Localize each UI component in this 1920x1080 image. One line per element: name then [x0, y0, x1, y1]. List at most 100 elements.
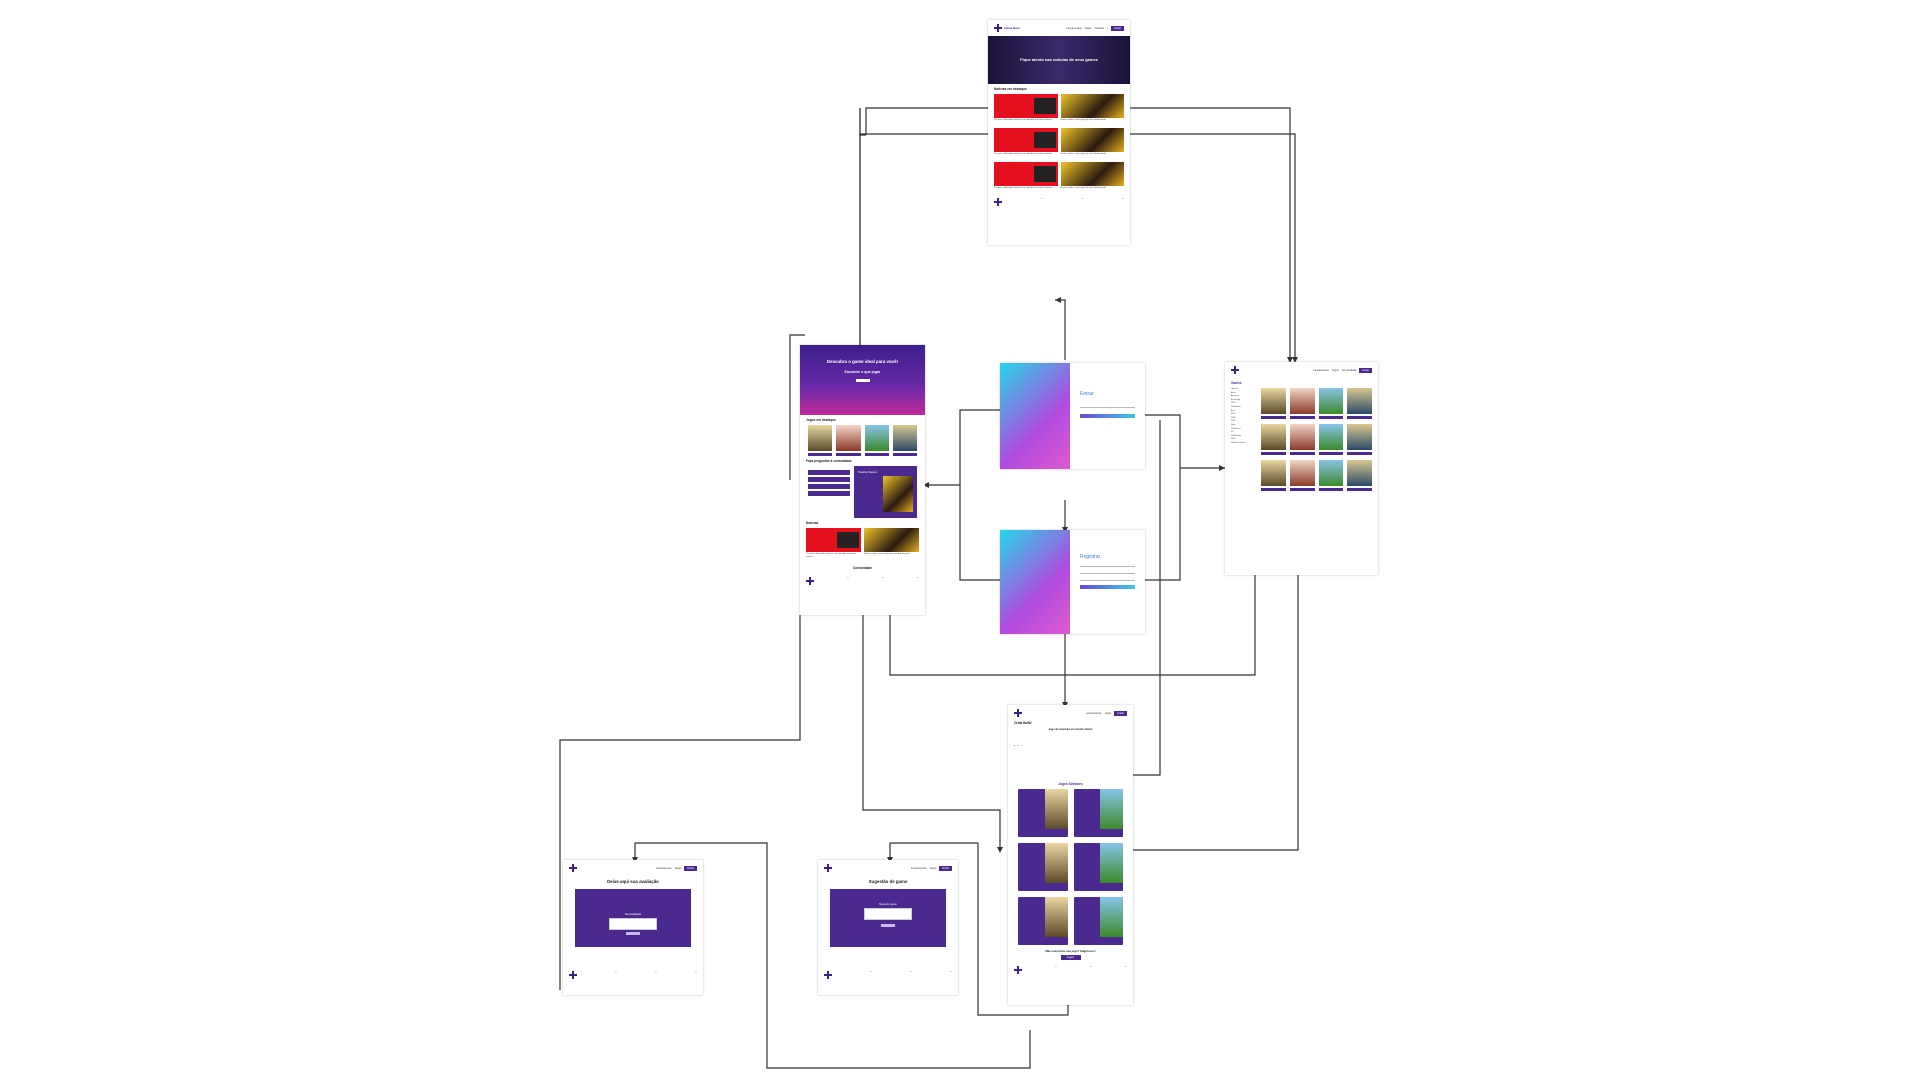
news-caption: Por que a Nintendo colocou suas dúvidas … — [994, 119, 1053, 121]
filter-item[interactable]: Nintendo Switch — [1231, 442, 1255, 446]
search-icon[interactable]: ⌕ — [1107, 27, 1108, 30]
game-button[interactable] — [1347, 488, 1372, 491]
game-button[interactable] — [808, 453, 833, 456]
related-card[interactable] — [1018, 789, 1068, 837]
nav-link-launches[interactable]: Lançamentos — [1313, 369, 1329, 372]
logo[interactable] — [569, 864, 577, 872]
game-card[interactable] — [1289, 388, 1315, 419]
review-input[interactable] — [608, 918, 658, 930]
feature-card[interactable]: Scarlet Nexus — [854, 466, 917, 518]
news-card[interactable]: Por que a Nintendo colocou suas dúvidas … — [806, 528, 861, 563]
game-card[interactable] — [1347, 460, 1372, 491]
game-card[interactable] — [1318, 424, 1344, 455]
game-button[interactable] — [892, 453, 917, 456]
related-card[interactable] — [1073, 897, 1123, 945]
footer-logo-icon — [569, 971, 577, 979]
logo[interactable] — [824, 864, 832, 872]
suggest-item[interactable] — [808, 477, 851, 482]
login-button[interactable]: Entrar — [684, 865, 697, 871]
game-button[interactable] — [864, 453, 889, 456]
logo[interactable] — [1231, 366, 1239, 374]
game-button[interactable] — [1289, 416, 1315, 419]
nav-link-games[interactable]: Jogos — [1332, 369, 1339, 372]
game-card[interactable] — [1289, 460, 1315, 491]
suggest-input[interactable] — [863, 908, 913, 920]
related-card[interactable] — [1018, 843, 1068, 891]
nav-link-launches[interactable]: Lançamentos — [1066, 27, 1082, 30]
login-button[interactable] — [1080, 414, 1135, 418]
news-card[interactable]: Por que a Nintendo colocou suas dúvidas … — [994, 94, 1058, 126]
footer-logo-icon — [806, 576, 814, 585]
register-form: Registrar — [1070, 530, 1145, 634]
game-card[interactable] — [1261, 460, 1286, 491]
news-card[interactable]: Notícia sobre o novo jogo da série Borde… — [1060, 94, 1124, 126]
nav-link-games[interactable]: Jogos — [1105, 712, 1112, 715]
name-field[interactable] — [1080, 560, 1135, 567]
nav-link-community[interactable]: Comunidade — [1342, 369, 1357, 372]
related-card[interactable] — [1018, 897, 1068, 945]
game-card[interactable] — [836, 425, 861, 456]
nav-link-news[interactable]: Notícias — [1095, 27, 1104, 30]
related-card[interactable] — [1073, 789, 1123, 837]
game-button[interactable] — [1289, 488, 1315, 491]
game-button[interactable] — [1347, 452, 1372, 455]
hero-cta-button[interactable] — [855, 379, 870, 382]
game-card[interactable] — [1347, 424, 1372, 455]
switch-thumbnail — [994, 127, 1058, 152]
login-button[interactable]: Entrar — [1114, 710, 1127, 716]
game-card[interactable] — [1289, 424, 1315, 455]
review-page-frame: Lançamentos Jogos Entrar Deixe aqui sua … — [563, 860, 703, 995]
nav-link-games[interactable]: Jogos — [930, 867, 937, 870]
logo[interactable]: Game Next — [994, 24, 1020, 32]
login-button[interactable]: Entrar — [1359, 367, 1372, 373]
games-page-frame: Lançamentos Jogos Comunidade Entrar Game… — [1225, 362, 1378, 575]
cta-text: Não encontrou seu jogo? Sugira-nos! — [1045, 949, 1096, 953]
logo[interactable] — [1014, 709, 1022, 717]
suggest-item[interactable] — [808, 491, 851, 496]
login-button[interactable]: Entrar — [1111, 25, 1124, 31]
login-button[interactable]: Entrar — [939, 865, 952, 871]
game-button[interactable] — [1318, 452, 1344, 455]
game-card[interactable] — [1347, 388, 1372, 419]
game-button[interactable] — [836, 453, 861, 456]
nav-link-games[interactable]: Jogos — [675, 867, 682, 870]
steam-icon: ● — [1014, 745, 1016, 747]
game-card[interactable] — [864, 425, 889, 456]
review-form: Sua avaliação — [575, 889, 691, 947]
related-card[interactable] — [1073, 843, 1123, 891]
game-button[interactable] — [1261, 488, 1286, 491]
email-field[interactable] — [1080, 567, 1135, 574]
review-submit-button[interactable] — [626, 932, 640, 935]
suggest-submit-button[interactable] — [881, 924, 895, 927]
game-card[interactable] — [1318, 460, 1344, 491]
news-card[interactable]: Notícia sobre o novo jogo da série Borde… — [864, 528, 919, 563]
suggest-item[interactable] — [808, 470, 851, 475]
game-card[interactable] — [808, 425, 833, 456]
nav-link-launches[interactable]: Lançamentos — [911, 867, 927, 870]
password-field[interactable] — [1080, 574, 1135, 581]
nav-link-launches[interactable]: Lançamentos — [1086, 712, 1102, 715]
controller-image — [1000, 530, 1070, 634]
email-field[interactable] — [1080, 401, 1135, 408]
game-card[interactable] — [1261, 388, 1286, 419]
nav-link-launches[interactable]: Lançamentos — [656, 867, 672, 870]
game-button[interactable] — [1318, 488, 1344, 491]
news-card[interactable]: Notícia sobre o novo jogo da série Borde… — [1060, 161, 1124, 194]
game-button[interactable] — [1261, 452, 1286, 455]
nav-link-games[interactable]: Jogos — [1085, 27, 1092, 30]
game-button[interactable] — [1261, 416, 1286, 419]
news-card[interactable]: Por que a Nintendo colocou suas dúvidas … — [994, 127, 1058, 160]
game-button[interactable] — [1347, 416, 1372, 419]
game-button[interactable] — [1289, 452, 1315, 455]
news-card[interactable]: Por que a Nintendo colocou suas dúvidas … — [994, 161, 1058, 194]
suggest-item[interactable] — [808, 484, 851, 489]
register-button[interactable] — [1080, 585, 1135, 589]
game-card[interactable] — [1318, 388, 1344, 419]
detail-page-frame: Lançamentos Jogos Entrar Zelda BotW Jogo… — [1008, 705, 1133, 1005]
suggest-button[interactable]: Sugerir — [1060, 955, 1081, 960]
news-grid: Por que a Nintendo colocou suas dúvidas … — [988, 94, 1130, 194]
news-card[interactable]: Notícia sobre o novo jogo da série Borde… — [1060, 127, 1124, 160]
game-card[interactable] — [1261, 424, 1286, 455]
game-button[interactable] — [1318, 416, 1344, 419]
game-card[interactable] — [892, 425, 917, 456]
